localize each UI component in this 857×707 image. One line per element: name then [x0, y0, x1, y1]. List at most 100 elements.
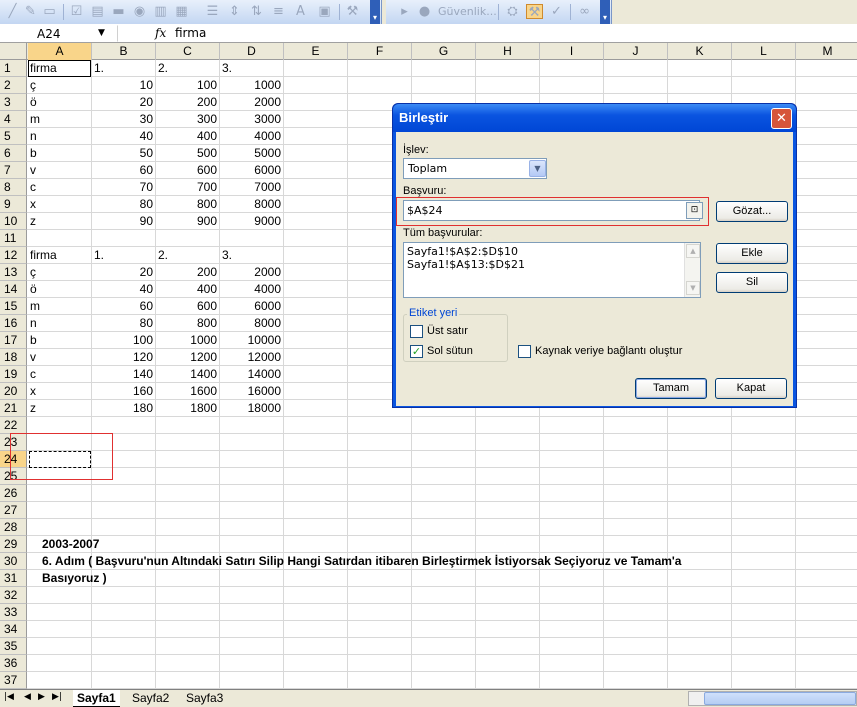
cell[interactable] — [796, 298, 857, 315]
cell[interactable] — [348, 468, 412, 485]
cell[interactable] — [540, 434, 604, 451]
cell[interactable] — [220, 417, 284, 434]
cell[interactable]: 80 — [92, 196, 156, 213]
cell[interactable] — [28, 655, 92, 672]
cell[interactable] — [668, 417, 732, 434]
cell[interactable]: 5000 — [220, 145, 284, 162]
cell[interactable] — [796, 536, 857, 553]
cell[interactable] — [412, 485, 476, 502]
cell[interactable] — [796, 94, 857, 111]
cell[interactable] — [284, 485, 348, 502]
cell[interactable]: b — [28, 145, 92, 162]
toolbar-options-icon[interactable]: ▾ — [600, 0, 610, 24]
option-icon[interactable]: ◉ — [131, 4, 148, 19]
cell[interactable]: v — [28, 162, 92, 179]
cell[interactable] — [156, 621, 220, 638]
cell[interactable] — [796, 587, 857, 604]
cell[interactable] — [732, 434, 796, 451]
cell[interactable] — [668, 434, 732, 451]
cell[interactable] — [796, 604, 857, 621]
cell[interactable] — [796, 468, 857, 485]
cell[interactable] — [412, 434, 476, 451]
cell[interactable] — [284, 179, 348, 196]
row-header[interactable]: 6 — [0, 145, 27, 162]
cell[interactable] — [540, 672, 604, 689]
cell[interactable] — [796, 111, 857, 128]
cell[interactable] — [476, 672, 540, 689]
cell[interactable] — [476, 502, 540, 519]
cell[interactable] — [156, 230, 220, 247]
row-header[interactable]: 30 — [0, 553, 27, 570]
row-header[interactable]: 26 — [0, 485, 27, 502]
cell[interactable]: c — [28, 179, 92, 196]
cell[interactable] — [220, 502, 284, 519]
cell[interactable] — [476, 655, 540, 672]
cell[interactable]: 10 — [92, 77, 156, 94]
cell[interactable] — [284, 570, 348, 587]
cell[interactable] — [732, 417, 796, 434]
cell[interactable] — [540, 468, 604, 485]
row-header[interactable]: 13 — [0, 264, 27, 281]
cell[interactable] — [540, 604, 604, 621]
cell[interactable] — [796, 451, 857, 468]
cell[interactable] — [348, 485, 412, 502]
cell[interactable] — [668, 672, 732, 689]
column-header[interactable]: C — [156, 43, 220, 60]
cell[interactable]: 60 — [92, 162, 156, 179]
cell[interactable] — [668, 519, 732, 536]
row-header[interactable]: 4 — [0, 111, 27, 128]
cell[interactable] — [156, 519, 220, 536]
list-icon[interactable]: ▤ — [89, 4, 106, 19]
cell[interactable] — [92, 621, 156, 638]
cell[interactable]: n — [28, 315, 92, 332]
cell[interactable] — [732, 655, 796, 672]
cell[interactable]: 800 — [156, 196, 220, 213]
fx-icon[interactable]: fx — [155, 25, 166, 41]
cell[interactable] — [156, 570, 220, 587]
cell[interactable]: z — [28, 400, 92, 417]
cell[interactable] — [156, 655, 220, 672]
cell[interactable] — [604, 60, 668, 77]
cell[interactable] — [540, 621, 604, 638]
cell[interactable] — [284, 196, 348, 213]
cell[interactable]: 90 — [92, 213, 156, 230]
cell[interactable] — [220, 230, 284, 247]
cell[interactable] — [796, 264, 857, 281]
cell[interactable] — [92, 519, 156, 536]
row-header[interactable]: 10 — [0, 213, 27, 230]
cell[interactable]: 1600 — [156, 383, 220, 400]
cell[interactable] — [156, 638, 220, 655]
row-header[interactable]: 12 — [0, 247, 27, 264]
cell[interactable]: 400 — [156, 128, 220, 145]
cell[interactable] — [732, 587, 796, 604]
prev-sheet-icon[interactable]: ◀ — [24, 692, 31, 702]
cell[interactable]: 18000 — [220, 400, 284, 417]
cell[interactable]: 9000 — [220, 213, 284, 230]
cell[interactable] — [668, 655, 732, 672]
cell[interactable] — [412, 468, 476, 485]
column-header[interactable]: L — [732, 43, 796, 60]
cell[interactable]: 400 — [156, 281, 220, 298]
scroll-icon[interactable]: ☰ — [204, 4, 221, 19]
spin-icon[interactable]: ⇅ — [248, 4, 265, 19]
cell[interactable] — [220, 536, 284, 553]
cell[interactable] — [220, 434, 284, 451]
cell[interactable] — [348, 60, 412, 77]
cell[interactable] — [284, 128, 348, 145]
cell[interactable]: 60 — [92, 298, 156, 315]
first-sheet-icon[interactable]: |◀ — [4, 692, 14, 702]
cell[interactable]: 3. — [220, 60, 284, 77]
cell[interactable] — [732, 672, 796, 689]
cell[interactable] — [796, 553, 857, 570]
cell[interactable] — [668, 638, 732, 655]
listbox-icon[interactable]: ▥ — [152, 4, 169, 19]
cell[interactable] — [92, 536, 156, 553]
cell[interactable]: 2. — [156, 60, 220, 77]
cell[interactable] — [796, 60, 857, 77]
design-icon[interactable]: ⚒ — [526, 4, 543, 20]
cell[interactable] — [284, 502, 348, 519]
visual-icon[interactable]: ∞ — [576, 4, 593, 19]
cell[interactable] — [412, 604, 476, 621]
cell[interactable] — [28, 621, 92, 638]
chart-icon[interactable]: ╱ — [4, 4, 21, 19]
